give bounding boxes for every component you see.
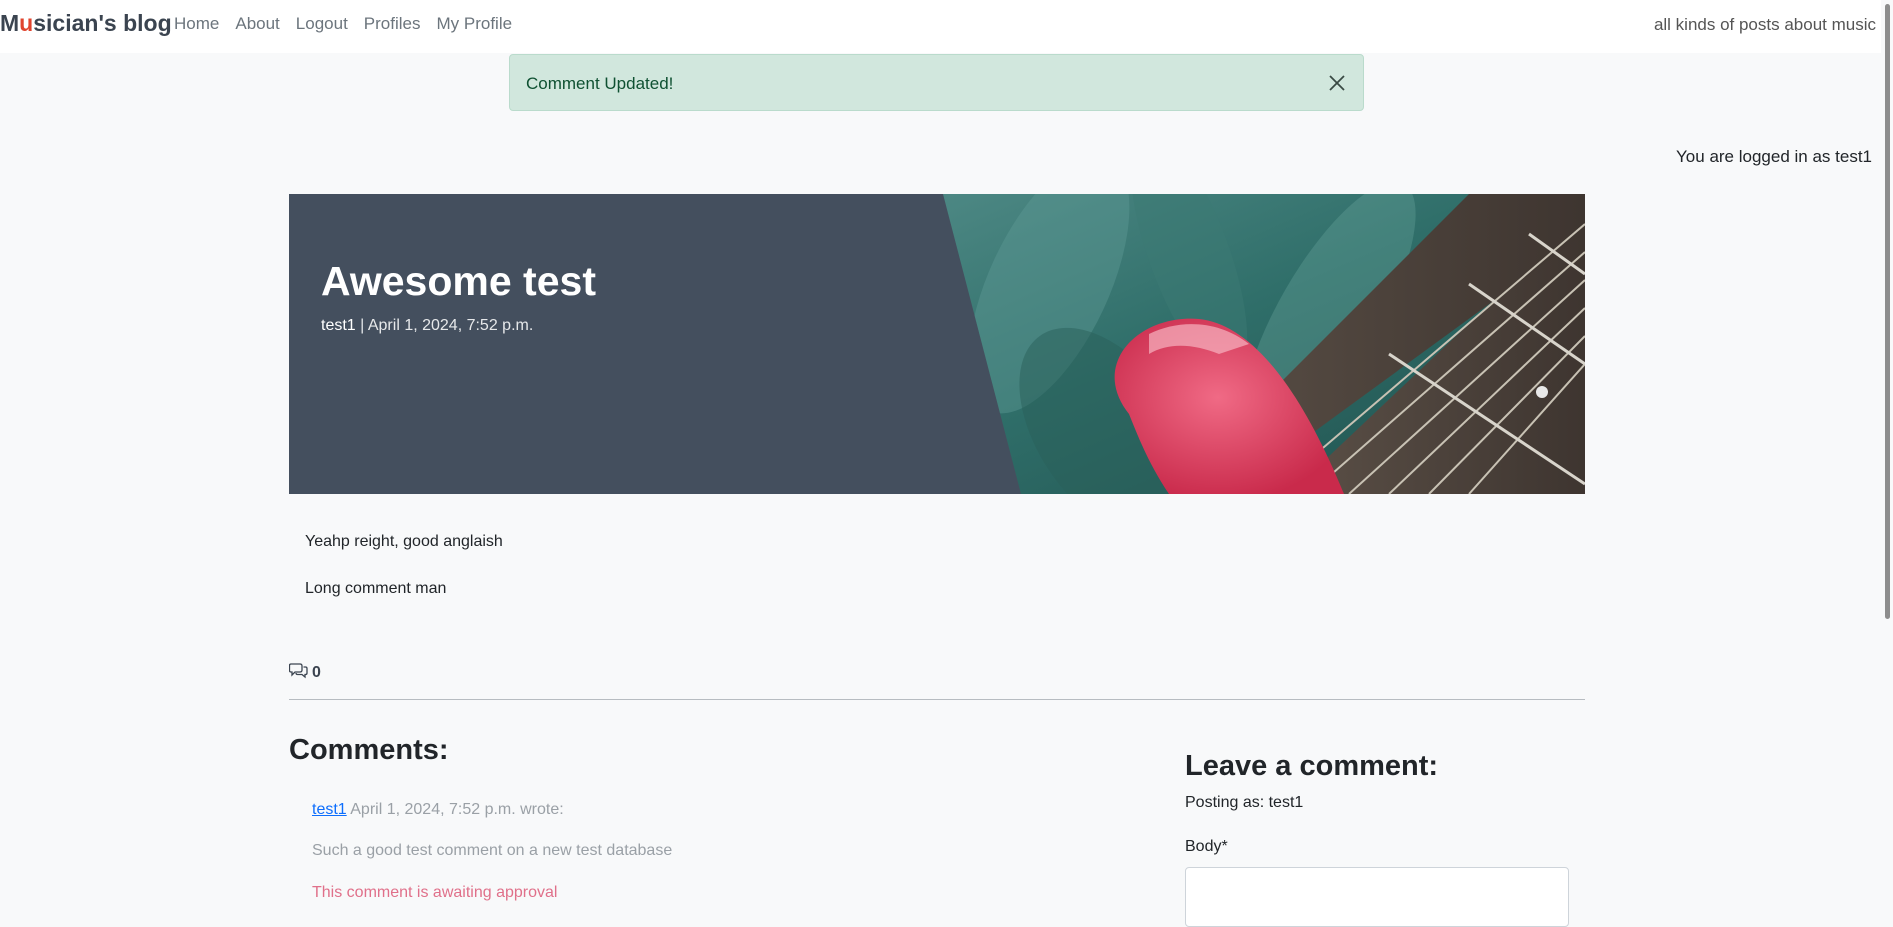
scrollbar-thumb[interactable] bbox=[1885, 4, 1890, 619]
post-date: April 1, 2024, 7:52 p.m. bbox=[367, 317, 534, 334]
post-author: test1 bbox=[321, 317, 356, 334]
brand-logo[interactable]: Musician's blog bbox=[0, 10, 172, 37]
section-divider bbox=[289, 699, 1585, 700]
nav-my-profile[interactable]: My Profile bbox=[436, 14, 512, 34]
post-paragraph: Long comment man bbox=[305, 580, 447, 597]
comment-item: test1 April 1, 2024, 7:52 p.m. wrote: Su… bbox=[312, 801, 672, 902]
comment-date: April 1, 2024, 7:52 p.m. wrote: bbox=[346, 801, 564, 818]
site-tagline: all kinds of posts about music bbox=[1653, 15, 1876, 34]
post-meta: test1 | April 1, 2024, 7:52 p.m. bbox=[321, 317, 533, 335]
body-label: Body* bbox=[1185, 838, 1228, 855]
comment-awaiting-approval: This comment is awaiting approval bbox=[312, 884, 558, 901]
nav-home[interactable]: Home bbox=[174, 14, 219, 34]
post-title: Awesome test bbox=[321, 258, 596, 304]
post-paragraph: Yeahp reight, good anglaish bbox=[305, 533, 503, 550]
meta-separator: | bbox=[355, 317, 368, 334]
nav-logout[interactable]: Logout bbox=[296, 14, 348, 34]
login-status: You are logged in as test1 bbox=[1676, 147, 1872, 166]
comments-icon bbox=[288, 662, 308, 684]
leave-comment-heading: Leave a comment: bbox=[1185, 750, 1439, 782]
nav-profiles[interactable]: Profiles bbox=[364, 14, 421, 34]
comment-header: test1 April 1, 2024, 7:52 p.m. wrote: bbox=[312, 801, 672, 819]
comment-author-link[interactable]: test1 bbox=[312, 801, 347, 818]
comment-count: 0 bbox=[288, 662, 321, 684]
comment-body-textarea[interactable] bbox=[1185, 867, 1569, 927]
nav-links: Home About Logout Profiles My Profile bbox=[174, 14, 528, 34]
navbar: Musician's blog Home About Logout Profil… bbox=[0, 0, 1893, 53]
hero-image bbox=[943, 194, 1585, 494]
nav-about[interactable]: About bbox=[235, 14, 279, 34]
comments-heading: Comments: bbox=[289, 734, 449, 766]
comment-body: Such a good test comment on a new test d… bbox=[312, 842, 673, 859]
post-hero: Awesome test test1 | April 1, 2024, 7:52… bbox=[289, 194, 1585, 494]
close-icon[interactable] bbox=[1325, 71, 1349, 95]
page-scrollbar[interactable] bbox=[1881, 0, 1893, 900]
success-alert: Comment Updated! bbox=[509, 54, 1364, 111]
post-content: Yeahp reight, good anglaish Long comment… bbox=[305, 533, 503, 627]
comment-count-value: 0 bbox=[312, 664, 321, 681]
alert-message: Comment Updated! bbox=[526, 74, 674, 93]
posting-as: Posting as: test1 bbox=[1185, 794, 1304, 811]
